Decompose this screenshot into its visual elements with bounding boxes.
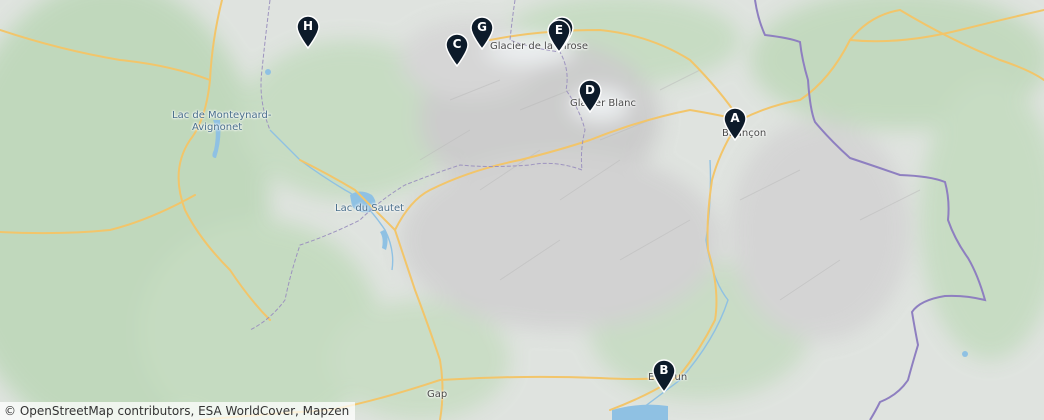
place-label: Lac du Sautet xyxy=(335,203,405,214)
map-marker-e[interactable]: E xyxy=(546,19,572,53)
place-label: Avignonet xyxy=(192,122,243,133)
map-marker-a[interactable]: A xyxy=(722,107,748,141)
marker-label: D xyxy=(585,83,595,97)
map-marker-d[interactable]: D xyxy=(577,79,603,113)
map-marker-c[interactable]: C xyxy=(444,33,470,67)
map-attribution[interactable]: © OpenStreetMap contributors, ESA WorldC… xyxy=(0,402,356,420)
marker-label: A xyxy=(730,111,740,125)
marker-label: C xyxy=(452,37,462,51)
marker-label: E xyxy=(554,23,564,37)
place-label: Gap xyxy=(427,389,448,400)
marker-label: G xyxy=(477,20,487,34)
map-marker-g[interactable]: G xyxy=(469,16,495,50)
marker-label: B xyxy=(659,363,669,377)
place-label: Lac de Monteynard- xyxy=(172,110,272,121)
map-marker-b[interactable]: B xyxy=(651,359,677,393)
map-marker-h[interactable]: H xyxy=(295,15,321,49)
basemap xyxy=(0,0,1044,420)
map-view[interactable]: Lac de Monteynard- Avignonet Lac du Saut… xyxy=(0,0,1044,420)
marker-label: H xyxy=(302,19,314,33)
